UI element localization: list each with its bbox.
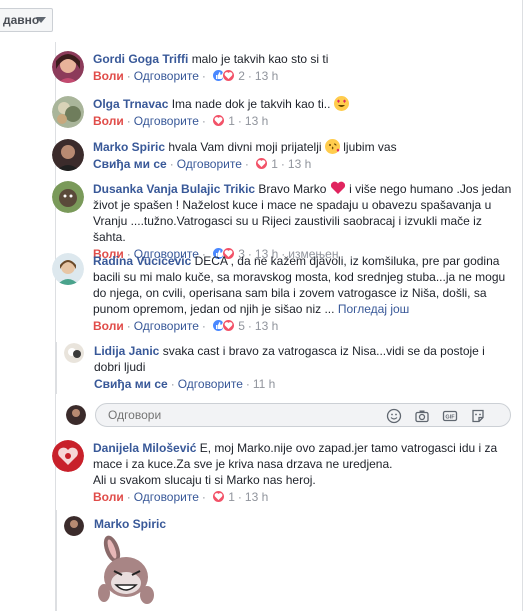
commenter-name[interactable]: Dusanka Vanja Bulajic Trikic bbox=[93, 182, 255, 196]
comment-text: hvala Vam divni moji prijatelji bbox=[168, 140, 322, 154]
reaction-count: 1 bbox=[228, 490, 235, 504]
heart-emoji-icon bbox=[330, 181, 345, 194]
love-reaction-icon bbox=[222, 69, 236, 82]
like-button[interactable]: Свиђа ми се bbox=[93, 157, 167, 171]
reaction-count: 2 bbox=[238, 69, 245, 83]
timestamp[interactable]: 13 h bbox=[288, 157, 311, 171]
avatar[interactable] bbox=[52, 440, 84, 472]
commenter-name[interactable]: Radina Vucicevic bbox=[93, 254, 191, 268]
reply-button[interactable]: Одговорите bbox=[134, 114, 199, 128]
commenter-name[interactable]: Lidija Janic bbox=[94, 344, 159, 358]
avatar[interactable] bbox=[64, 516, 84, 536]
commenter-name[interactable]: Gordi Goga Triffi bbox=[93, 52, 188, 66]
kiss-emoji-icon bbox=[324, 139, 340, 154]
love-reaction-icon bbox=[212, 490, 226, 503]
commenter-name[interactable]: Olga Trnavac bbox=[93, 97, 168, 111]
comment-text: ljubim vas bbox=[343, 140, 397, 154]
reply-thread-line bbox=[56, 342, 57, 394]
like-button[interactable]: Воли bbox=[93, 490, 124, 504]
sort-dropdown[interactable]: давно bbox=[0, 8, 53, 32]
svg-text:GIF: GIF bbox=[445, 415, 455, 421]
timestamp[interactable]: 13 h bbox=[255, 319, 278, 333]
timestamp[interactable]: 13 h bbox=[245, 114, 268, 128]
reactions-summary[interactable] bbox=[212, 69, 236, 83]
like-button[interactable]: Воли bbox=[93, 69, 124, 83]
reply-composer[interactable]: GIF bbox=[95, 403, 511, 427]
heart-eyes-emoji-icon bbox=[333, 96, 349, 111]
top-bar: давно bbox=[0, 0, 530, 42]
reactions-summary[interactable] bbox=[212, 319, 236, 333]
current-user-avatar bbox=[66, 405, 86, 425]
reactions-summary[interactable] bbox=[212, 114, 226, 128]
like-button[interactable]: Свиђа ми се bbox=[94, 377, 168, 391]
gif-icon[interactable]: GIF bbox=[442, 408, 458, 424]
rabbit-sticker bbox=[98, 535, 154, 604]
commenter-name[interactable]: Danijela Milošević bbox=[93, 441, 196, 455]
like-button[interactable]: Воли bbox=[93, 114, 124, 128]
timestamp[interactable]: 11 h bbox=[253, 377, 275, 391]
reaction-count: 1 bbox=[228, 114, 235, 128]
love-reaction-icon bbox=[255, 157, 269, 170]
sort-label: давно bbox=[3, 13, 40, 27]
avatar[interactable] bbox=[52, 139, 84, 171]
timestamp[interactable]: 13 h bbox=[245, 490, 268, 504]
camera-icon[interactable] bbox=[414, 408, 430, 424]
commenter-name[interactable]: Marko Spiric bbox=[93, 140, 165, 154]
reactions-summary[interactable] bbox=[212, 490, 226, 504]
chevron-down-icon bbox=[36, 17, 46, 23]
reply-button[interactable]: Одговорите bbox=[177, 157, 242, 171]
avatar[interactable] bbox=[52, 181, 84, 213]
reaction-count: 1 bbox=[271, 157, 278, 171]
avatar[interactable] bbox=[52, 253, 84, 285]
avatar[interactable] bbox=[52, 96, 84, 128]
sticker-icon[interactable] bbox=[470, 408, 486, 424]
reply-button[interactable]: Одговорите bbox=[178, 377, 243, 391]
reactions-summary[interactable] bbox=[255, 157, 269, 171]
reply-button[interactable]: Одговорите bbox=[134, 69, 199, 83]
comment-text: malo je takvih kao sto si ti bbox=[191, 52, 329, 66]
reply-button[interactable]: Одговорите bbox=[134, 490, 199, 504]
see-more-link[interactable]: Погледај још bbox=[338, 302, 409, 316]
emoji-icon[interactable] bbox=[386, 408, 402, 424]
reaction-count: 5 bbox=[238, 319, 245, 333]
reply-input[interactable] bbox=[108, 408, 358, 422]
avatar[interactable] bbox=[52, 51, 84, 83]
timestamp[interactable]: 13 h bbox=[255, 69, 278, 83]
scrollbar[interactable] bbox=[522, 0, 530, 611]
comment-text: Ali u svakom slucaju ti si Marko nas her… bbox=[93, 473, 316, 487]
avatar[interactable] bbox=[64, 343, 84, 363]
commenter-name[interactable]: Marko Spiric bbox=[94, 517, 166, 531]
reply-button[interactable]: Одговорите bbox=[134, 319, 199, 333]
love-reaction-icon bbox=[212, 114, 226, 127]
comment-text: Ima nade dok je takvih kao ti.. bbox=[171, 97, 331, 111]
reply-thread-line bbox=[56, 510, 57, 611]
like-button[interactable]: Воли bbox=[93, 319, 124, 333]
comment-text: Bravo Marko bbox=[258, 182, 327, 196]
love-reaction-icon bbox=[222, 319, 236, 332]
